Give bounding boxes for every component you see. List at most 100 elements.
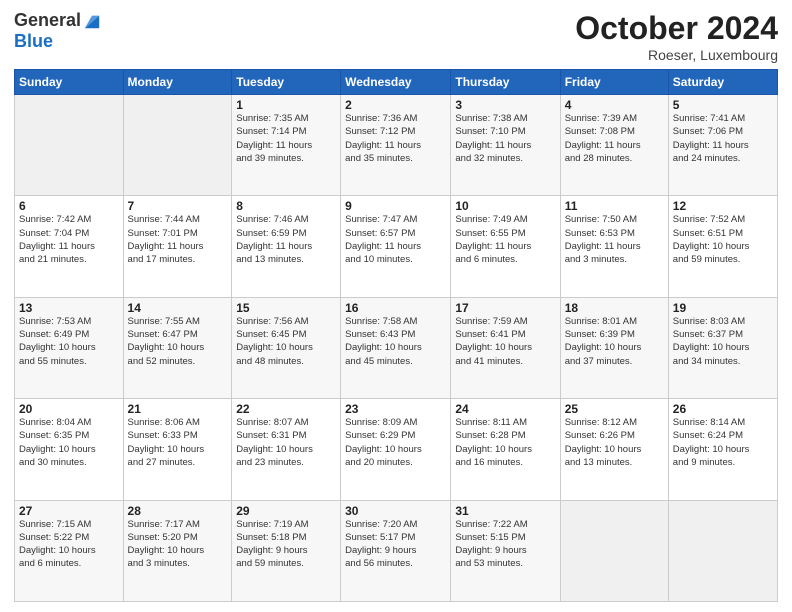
day-info: Sunrise: 8:06 AM Sunset: 6:33 PM Dayligh… <box>128 416 228 469</box>
day-cell <box>668 500 777 601</box>
logo-blue-text: Blue <box>14 31 53 52</box>
day-number: 16 <box>345 301 446 315</box>
day-cell: 15Sunrise: 7:56 AM Sunset: 6:45 PM Dayli… <box>232 297 341 398</box>
day-info: Sunrise: 7:44 AM Sunset: 7:01 PM Dayligh… <box>128 213 228 266</box>
day-info: Sunrise: 7:35 AM Sunset: 7:14 PM Dayligh… <box>236 112 336 165</box>
month-title: October 2024 <box>575 10 778 47</box>
day-info: Sunrise: 8:12 AM Sunset: 6:26 PM Dayligh… <box>565 416 664 469</box>
day-cell: 14Sunrise: 7:55 AM Sunset: 6:47 PM Dayli… <box>123 297 232 398</box>
day-cell: 24Sunrise: 8:11 AM Sunset: 6:28 PM Dayli… <box>451 399 560 500</box>
day-cell: 4Sunrise: 7:39 AM Sunset: 7:08 PM Daylig… <box>560 95 668 196</box>
week-row-3: 13Sunrise: 7:53 AM Sunset: 6:49 PM Dayli… <box>15 297 778 398</box>
day-info: Sunrise: 7:59 AM Sunset: 6:41 PM Dayligh… <box>455 315 555 368</box>
day-cell: 20Sunrise: 8:04 AM Sunset: 6:35 PM Dayli… <box>15 399 124 500</box>
week-row-2: 6Sunrise: 7:42 AM Sunset: 7:04 PM Daylig… <box>15 196 778 297</box>
day-number: 10 <box>455 199 555 213</box>
day-number: 13 <box>19 301 119 315</box>
day-info: Sunrise: 7:46 AM Sunset: 6:59 PM Dayligh… <box>236 213 336 266</box>
weekday-header-monday: Monday <box>123 70 232 95</box>
day-number: 6 <box>19 199 119 213</box>
day-cell: 11Sunrise: 7:50 AM Sunset: 6:53 PM Dayli… <box>560 196 668 297</box>
title-block: October 2024 Roeser, Luxembourg <box>575 10 778 63</box>
day-info: Sunrise: 7:15 AM Sunset: 5:22 PM Dayligh… <box>19 518 119 571</box>
day-number: 22 <box>236 402 336 416</box>
day-number: 7 <box>128 199 228 213</box>
day-number: 11 <box>565 199 664 213</box>
day-number: 30 <box>345 504 446 518</box>
week-row-4: 20Sunrise: 8:04 AM Sunset: 6:35 PM Dayli… <box>15 399 778 500</box>
day-number: 12 <box>673 199 773 213</box>
day-cell: 21Sunrise: 8:06 AM Sunset: 6:33 PM Dayli… <box>123 399 232 500</box>
day-cell: 5Sunrise: 7:41 AM Sunset: 7:06 PM Daylig… <box>668 95 777 196</box>
day-info: Sunrise: 7:20 AM Sunset: 5:17 PM Dayligh… <box>345 518 446 571</box>
day-cell: 17Sunrise: 7:59 AM Sunset: 6:41 PM Dayli… <box>451 297 560 398</box>
day-cell: 31Sunrise: 7:22 AM Sunset: 5:15 PM Dayli… <box>451 500 560 601</box>
day-info: Sunrise: 7:55 AM Sunset: 6:47 PM Dayligh… <box>128 315 228 368</box>
logo-triangle-icon <box>83 12 101 30</box>
week-row-1: 1Sunrise: 7:35 AM Sunset: 7:14 PM Daylig… <box>15 95 778 196</box>
day-info: Sunrise: 7:36 AM Sunset: 7:12 PM Dayligh… <box>345 112 446 165</box>
location: Roeser, Luxembourg <box>575 47 778 63</box>
day-cell: 22Sunrise: 8:07 AM Sunset: 6:31 PM Dayli… <box>232 399 341 500</box>
day-cell: 23Sunrise: 8:09 AM Sunset: 6:29 PM Dayli… <box>341 399 451 500</box>
day-number: 8 <box>236 199 336 213</box>
day-number: 21 <box>128 402 228 416</box>
day-cell: 29Sunrise: 7:19 AM Sunset: 5:18 PM Dayli… <box>232 500 341 601</box>
weekday-header-row: SundayMondayTuesdayWednesdayThursdayFrid… <box>15 70 778 95</box>
day-number: 27 <box>19 504 119 518</box>
day-cell <box>560 500 668 601</box>
day-number: 19 <box>673 301 773 315</box>
calendar-table: SundayMondayTuesdayWednesdayThursdayFrid… <box>14 69 778 602</box>
day-number: 5 <box>673 98 773 112</box>
day-info: Sunrise: 8:04 AM Sunset: 6:35 PM Dayligh… <box>19 416 119 469</box>
day-info: Sunrise: 7:49 AM Sunset: 6:55 PM Dayligh… <box>455 213 555 266</box>
weekday-header-saturday: Saturday <box>668 70 777 95</box>
day-info: Sunrise: 8:11 AM Sunset: 6:28 PM Dayligh… <box>455 416 555 469</box>
day-info: Sunrise: 7:42 AM Sunset: 7:04 PM Dayligh… <box>19 213 119 266</box>
day-number: 28 <box>128 504 228 518</box>
day-cell: 16Sunrise: 7:58 AM Sunset: 6:43 PM Dayli… <box>341 297 451 398</box>
day-info: Sunrise: 7:38 AM Sunset: 7:10 PM Dayligh… <box>455 112 555 165</box>
day-info: Sunrise: 8:14 AM Sunset: 6:24 PM Dayligh… <box>673 416 773 469</box>
logo: General Blue <box>14 10 101 52</box>
day-info: Sunrise: 7:58 AM Sunset: 6:43 PM Dayligh… <box>345 315 446 368</box>
day-number: 18 <box>565 301 664 315</box>
day-number: 25 <box>565 402 664 416</box>
day-cell: 8Sunrise: 7:46 AM Sunset: 6:59 PM Daylig… <box>232 196 341 297</box>
weekday-header-sunday: Sunday <box>15 70 124 95</box>
day-info: Sunrise: 7:50 AM Sunset: 6:53 PM Dayligh… <box>565 213 664 266</box>
day-number: 24 <box>455 402 555 416</box>
day-number: 26 <box>673 402 773 416</box>
day-cell: 19Sunrise: 8:03 AM Sunset: 6:37 PM Dayli… <box>668 297 777 398</box>
day-number: 29 <box>236 504 336 518</box>
day-number: 20 <box>19 402 119 416</box>
day-number: 14 <box>128 301 228 315</box>
weekday-header-wednesday: Wednesday <box>341 70 451 95</box>
day-number: 17 <box>455 301 555 315</box>
header: General Blue October 2024 Roeser, Luxemb… <box>14 10 778 63</box>
day-number: 31 <box>455 504 555 518</box>
day-number: 23 <box>345 402 446 416</box>
day-cell: 3Sunrise: 7:38 AM Sunset: 7:10 PM Daylig… <box>451 95 560 196</box>
day-info: Sunrise: 8:03 AM Sunset: 6:37 PM Dayligh… <box>673 315 773 368</box>
day-info: Sunrise: 7:39 AM Sunset: 7:08 PM Dayligh… <box>565 112 664 165</box>
day-info: Sunrise: 7:52 AM Sunset: 6:51 PM Dayligh… <box>673 213 773 266</box>
day-number: 1 <box>236 98 336 112</box>
day-number: 4 <box>565 98 664 112</box>
day-cell: 1Sunrise: 7:35 AM Sunset: 7:14 PM Daylig… <box>232 95 341 196</box>
day-number: 15 <box>236 301 336 315</box>
day-number: 3 <box>455 98 555 112</box>
week-row-5: 27Sunrise: 7:15 AM Sunset: 5:22 PM Dayli… <box>15 500 778 601</box>
day-cell <box>123 95 232 196</box>
day-cell: 26Sunrise: 8:14 AM Sunset: 6:24 PM Dayli… <box>668 399 777 500</box>
day-cell: 6Sunrise: 7:42 AM Sunset: 7:04 PM Daylig… <box>15 196 124 297</box>
day-cell: 12Sunrise: 7:52 AM Sunset: 6:51 PM Dayli… <box>668 196 777 297</box>
day-cell: 25Sunrise: 8:12 AM Sunset: 6:26 PM Dayli… <box>560 399 668 500</box>
day-cell: 18Sunrise: 8:01 AM Sunset: 6:39 PM Dayli… <box>560 297 668 398</box>
day-cell: 13Sunrise: 7:53 AM Sunset: 6:49 PM Dayli… <box>15 297 124 398</box>
day-cell: 30Sunrise: 7:20 AM Sunset: 5:17 PM Dayli… <box>341 500 451 601</box>
page: General Blue October 2024 Roeser, Luxemb… <box>0 0 792 612</box>
day-info: Sunrise: 7:19 AM Sunset: 5:18 PM Dayligh… <box>236 518 336 571</box>
day-info: Sunrise: 8:07 AM Sunset: 6:31 PM Dayligh… <box>236 416 336 469</box>
day-info: Sunrise: 7:56 AM Sunset: 6:45 PM Dayligh… <box>236 315 336 368</box>
